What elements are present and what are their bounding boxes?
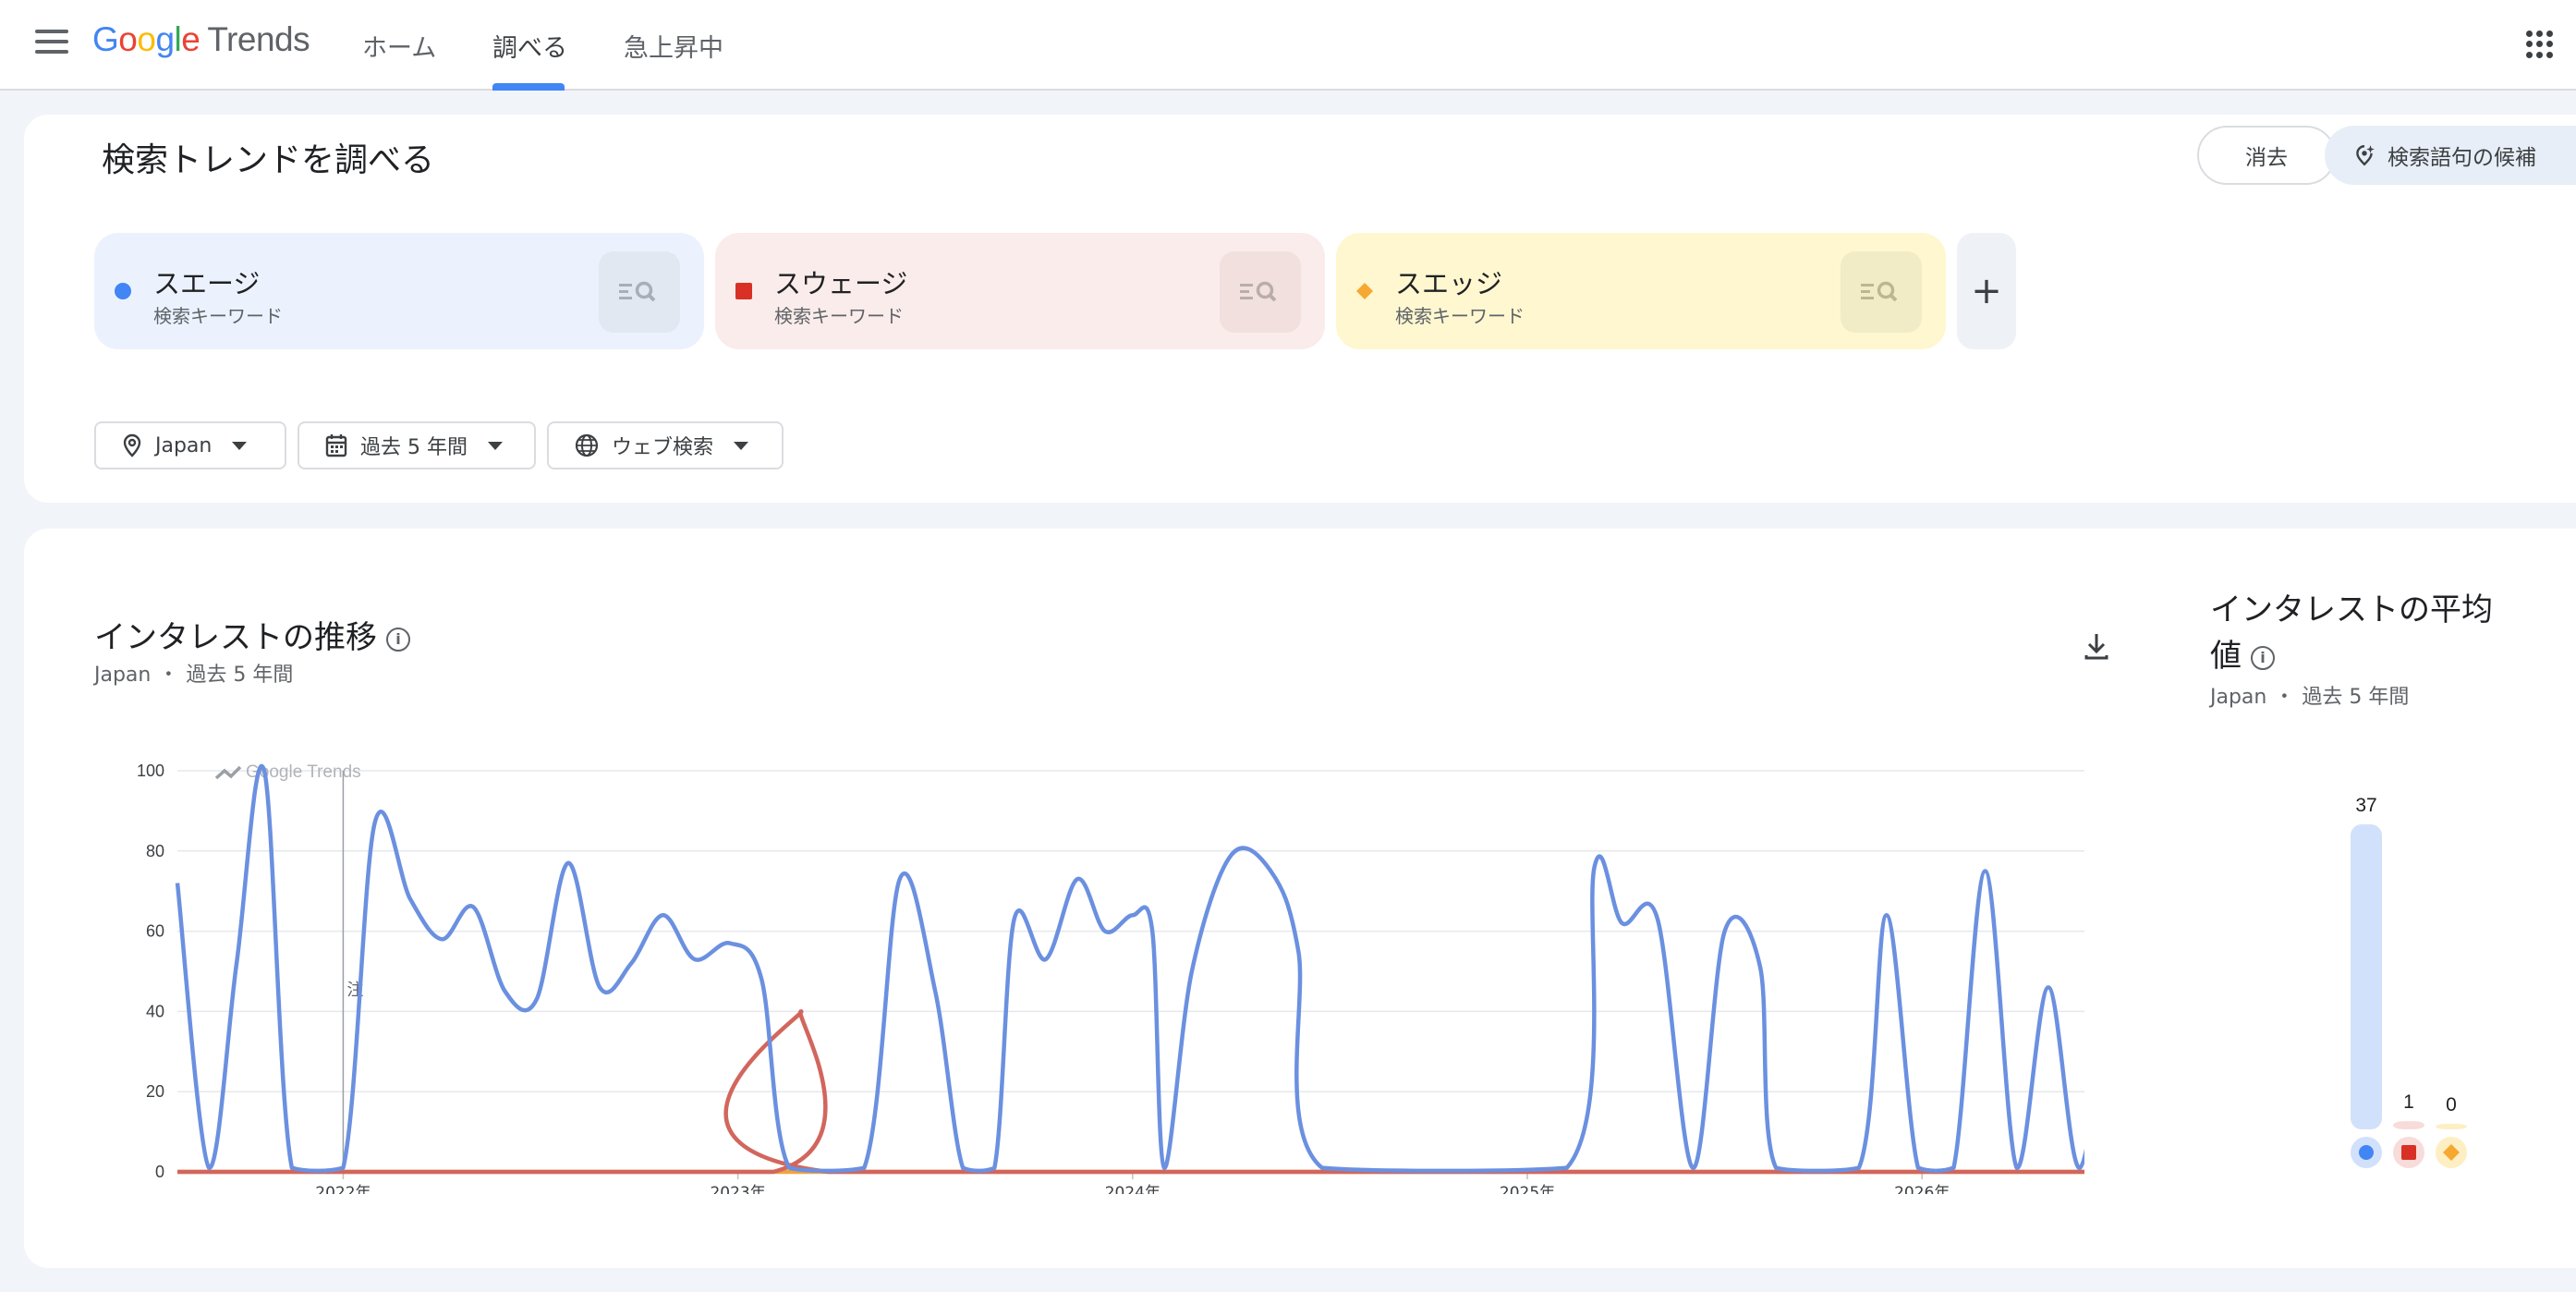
average-subtitle: Japan ・過去 5 年間 (2210, 680, 2409, 710)
interest-subtitle: Japan ・過去 5 年間 (94, 658, 293, 688)
subtitle-period: 過去 5 年間 (186, 664, 294, 687)
explore-panel: 検索トレンドを調べる 消去 検索語句の候補 スエージ 検索キーワード スウェージ… (24, 115, 2576, 503)
average-value-label: 1 (2403, 1091, 2414, 1113)
keyword-search-button[interactable] (1841, 251, 1922, 333)
sparkle-pin-icon (2356, 145, 2375, 166)
average-bar (2393, 1121, 2424, 1129)
logo-letter: o (137, 20, 156, 58)
location-pin-icon (123, 433, 141, 457)
average-title-line2-text: 値 (2210, 638, 2242, 675)
top-app-bar: Google Trends ホーム 調べる 急上昇中 (0, 0, 2576, 91)
menu-icon[interactable] (35, 30, 68, 57)
info-icon[interactable]: i (2251, 645, 2275, 670)
dropdown-caret-icon (734, 441, 749, 450)
keyword-name: スウェージ (774, 268, 908, 299)
logo-letter: o (118, 20, 138, 58)
keyword-type: 検索キーワード (774, 305, 904, 327)
x-tick-label: 2023年 (710, 1184, 765, 1194)
x-tick-label: 2025年 (1500, 1184, 1555, 1194)
active-tab-indicator (492, 83, 565, 91)
series-circle-icon (2359, 1145, 2374, 1160)
keyword-type: 検索キーワード (1395, 305, 1525, 327)
keyword-type: 検索キーワード (153, 305, 283, 327)
interest-title-text: インタレストの推移 (94, 619, 377, 656)
trends-watermark-icon (214, 765, 242, 780)
average-bar (2436, 1124, 2467, 1129)
period-filter[interactable]: 過去 5 年間 (298, 421, 536, 469)
logo-letter: g (155, 20, 175, 58)
google-trends-logo[interactable]: Google Trends (92, 20, 310, 59)
tab-explore[interactable]: 調べる (492, 28, 567, 64)
list-search-icon (619, 281, 656, 302)
keyword-card-sueeji[interactable]: スウェージ 検索キーワード (715, 233, 1325, 349)
tab-trending[interactable]: 急上昇中 (624, 28, 723, 64)
average-bar-chart[interactable]: 37 1 0 (2315, 787, 2500, 1213)
subtitle-region: Japan (2210, 686, 2267, 709)
interest-over-time-panel: インタレストの推移 i Japan ・過去 5 年間 0 20 40 60 80 100 202… (24, 529, 2576, 1268)
average-bar (2351, 824, 2382, 1129)
region-value: Japan (155, 433, 213, 457)
interest-title: インタレストの推移 i (94, 612, 410, 657)
calendar-icon (325, 434, 347, 457)
tab-home[interactable]: ホーム (362, 28, 436, 64)
logo-letter: e (181, 20, 200, 58)
logo-suffix: Trends (207, 20, 310, 58)
add-keyword-button[interactable]: + (1957, 233, 2016, 349)
keyword-name: スエージ (153, 268, 261, 299)
x-tick-label: 2026年 (1894, 1184, 1950, 1194)
search-type-value: ウェブ検索 (612, 436, 714, 459)
y-tick-label: 100 (137, 762, 164, 780)
region-filter[interactable]: Japan (94, 421, 286, 469)
clear-button[interactable]: 消去 (2197, 126, 2336, 185)
y-tick-label: 0 (155, 1163, 164, 1181)
suggestions-button[interactable]: 検索語句の候補 (2325, 126, 2576, 185)
x-tick-label: 2022年 (315, 1184, 371, 1194)
series-square-icon (735, 283, 752, 299)
average-title: インタレストの平均 (2210, 591, 2493, 628)
keyword-search-button[interactable] (599, 251, 680, 333)
interest-line-chart[interactable]: 0204060801002022年 2023年 2024年 2025年 2026年Goo… (107, 732, 2084, 1194)
subtitle-separator: ・ (2274, 686, 2295, 709)
logo-letter: G (92, 20, 119, 58)
info-icon[interactable]: i (386, 627, 410, 652)
subtitle-period: 過去 5 年間 (2302, 686, 2410, 709)
subtitle-region: Japan (94, 664, 152, 687)
series-diamond-icon (1356, 283, 1373, 299)
y-tick-label: 60 (146, 922, 164, 941)
apps-grid-icon[interactable] (2526, 30, 2554, 58)
download-icon[interactable] (2075, 625, 2118, 667)
series-circle-icon (115, 283, 131, 299)
x-tick-label: 2024年 (1105, 1184, 1160, 1194)
keyword-card-sueji[interactable]: スエージ 検索キーワード (94, 233, 704, 349)
y-tick-label: 80 (146, 842, 164, 860)
globe-icon (575, 433, 599, 457)
list-search-icon (1240, 281, 1277, 302)
y-tick-label: 40 (146, 1002, 164, 1020)
average-value-label: 37 (2355, 795, 2376, 816)
search-type-filter[interactable]: ウェブ検索 (547, 421, 784, 469)
suggestions-label: 検索語句の候補 (2388, 146, 2536, 170)
dropdown-caret-icon (232, 441, 248, 450)
keyword-search-button[interactable] (1220, 251, 1301, 333)
series-square-icon (2401, 1145, 2416, 1160)
period-value: 過去 5 年間 (360, 436, 468, 459)
keyword-card-suejji[interactable]: スエッジ 検索キーワード (1336, 233, 1946, 349)
page-title: 検索トレンドを調べる (102, 141, 435, 179)
subtitle-separator: ・ (158, 664, 179, 687)
y-tick-label: 20 (146, 1082, 164, 1101)
average-title-line2: 値i (2210, 630, 2275, 676)
keyword-name: スエッジ (1395, 268, 1503, 299)
series-line (175, 763, 2084, 1174)
list-search-icon (1861, 281, 1898, 302)
dropdown-caret-icon (487, 441, 503, 450)
average-value-label: 0 (2446, 1094, 2457, 1115)
